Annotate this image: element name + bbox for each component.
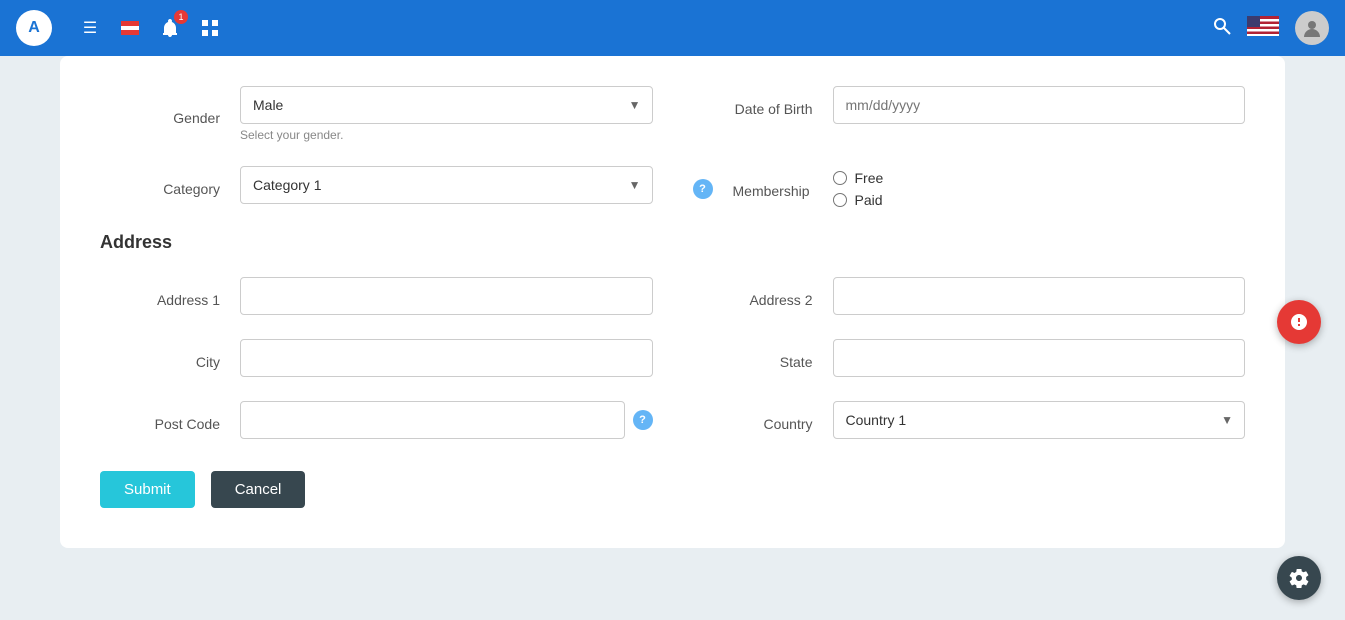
- cancel-button[interactable]: Cancel: [211, 471, 306, 508]
- address2-input-wrap: [833, 277, 1246, 315]
- app-logo[interactable]: A: [16, 10, 52, 46]
- user-avatar[interactable]: [1295, 11, 1329, 45]
- state-col: State: [693, 339, 1246, 377]
- topnav-right: [1213, 11, 1329, 45]
- country-label: Country: [693, 408, 813, 432]
- category-select[interactable]: Category 1 Category 2 Category 3: [240, 166, 653, 204]
- notification-icon[interactable]: 1: [156, 14, 184, 42]
- country-col: Country Country 1 Country 2 Country 3 ▼: [693, 401, 1246, 439]
- country-select[interactable]: Country 1 Country 2 Country 3: [833, 401, 1246, 439]
- city-input[interactable]: [240, 339, 653, 377]
- membership-label: Membership: [733, 175, 813, 199]
- dob-input[interactable]: [833, 86, 1246, 124]
- state-input[interactable]: [833, 339, 1246, 377]
- postcode-input-wrap: ?: [240, 401, 653, 439]
- membership-help-icon[interactable]: ?: [693, 179, 713, 199]
- row-category-membership: Category Category 1 Category 2 Category …: [100, 166, 1245, 208]
- address1-col: Address 1: [100, 277, 653, 315]
- address-section-heading: Address: [100, 232, 1245, 253]
- submit-button[interactable]: Submit: [100, 471, 195, 508]
- city-col: City: [100, 339, 653, 377]
- gender-select-wrap: Male Female Other ▼: [240, 86, 653, 124]
- category-label: Category: [100, 173, 220, 197]
- address1-input-wrap: [240, 277, 653, 315]
- city-input-wrap: [240, 339, 653, 377]
- dob-label: Date of Birth: [693, 93, 813, 117]
- city-label: City: [100, 346, 220, 370]
- membership-paid-radio[interactable]: [833, 193, 847, 207]
- membership-free-option[interactable]: Free: [833, 170, 884, 186]
- row-city-state: City State: [100, 339, 1245, 377]
- gender-col: Gender Male Female Other ▼ Select your g…: [100, 86, 653, 142]
- dob-col: Date of Birth: [693, 86, 1246, 124]
- address2-col: Address 2: [693, 277, 1246, 315]
- search-icon[interactable]: [1213, 17, 1231, 40]
- gender-input-wrap: Male Female Other ▼ Select your gender.: [240, 86, 653, 142]
- apps-icon[interactable]: [196, 14, 224, 42]
- gender-select[interactable]: Male Female Other: [240, 86, 653, 124]
- membership-col: ? Membership Free Paid: [693, 166, 1246, 208]
- category-input-wrap: Category 1 Category 2 Category 3 ▼: [240, 166, 653, 204]
- address2-label: Address 2: [693, 284, 813, 308]
- floating-settings-button[interactable]: [1277, 556, 1321, 600]
- address1-input[interactable]: [240, 277, 653, 315]
- notification-badge: 1: [174, 10, 188, 24]
- postcode-input[interactable]: [240, 401, 625, 439]
- menu-icon[interactable]: ☰: [76, 14, 104, 42]
- gender-hint: Select your gender.: [240, 128, 653, 142]
- membership-free-radio[interactable]: [833, 171, 847, 185]
- flag-icon[interactable]: [116, 14, 144, 42]
- floating-help-button[interactable]: [1277, 300, 1321, 344]
- category-col: Category Category 1 Category 2 Category …: [100, 166, 653, 204]
- country-select-wrap: Country 1 Country 2 Country 3 ▼: [833, 401, 1246, 439]
- postcode-label: Post Code: [100, 408, 220, 432]
- address1-label: Address 1: [100, 284, 220, 308]
- row-gender-dob: Gender Male Female Other ▼ Select your g…: [100, 86, 1245, 142]
- postcode-help-icon[interactable]: ?: [633, 410, 653, 430]
- postcode-col: Post Code ?: [100, 401, 653, 439]
- form-card: Gender Male Female Other ▼ Select your g…: [60, 56, 1285, 548]
- nav-icons: ☰ 1: [76, 14, 224, 42]
- button-row: Submit Cancel: [100, 471, 1245, 508]
- membership-options: Free Paid: [833, 166, 884, 208]
- gender-label: Gender: [100, 102, 220, 126]
- flag-us[interactable]: [1247, 16, 1279, 41]
- address2-input[interactable]: [833, 277, 1246, 315]
- state-label: State: [693, 346, 813, 370]
- row-postcode-country: Post Code ? Country Country 1 Country 2 …: [100, 401, 1245, 439]
- membership-paid-option[interactable]: Paid: [833, 192, 884, 208]
- topnav: A ☰ 1: [0, 0, 1345, 56]
- dob-input-wrap: [833, 86, 1246, 124]
- state-input-wrap: [833, 339, 1246, 377]
- country-input-wrap: Country 1 Country 2 Country 3 ▼: [833, 401, 1246, 439]
- row-addresses: Address 1 Address 2: [100, 277, 1245, 315]
- category-select-wrap: Category 1 Category 2 Category 3 ▼: [240, 166, 653, 204]
